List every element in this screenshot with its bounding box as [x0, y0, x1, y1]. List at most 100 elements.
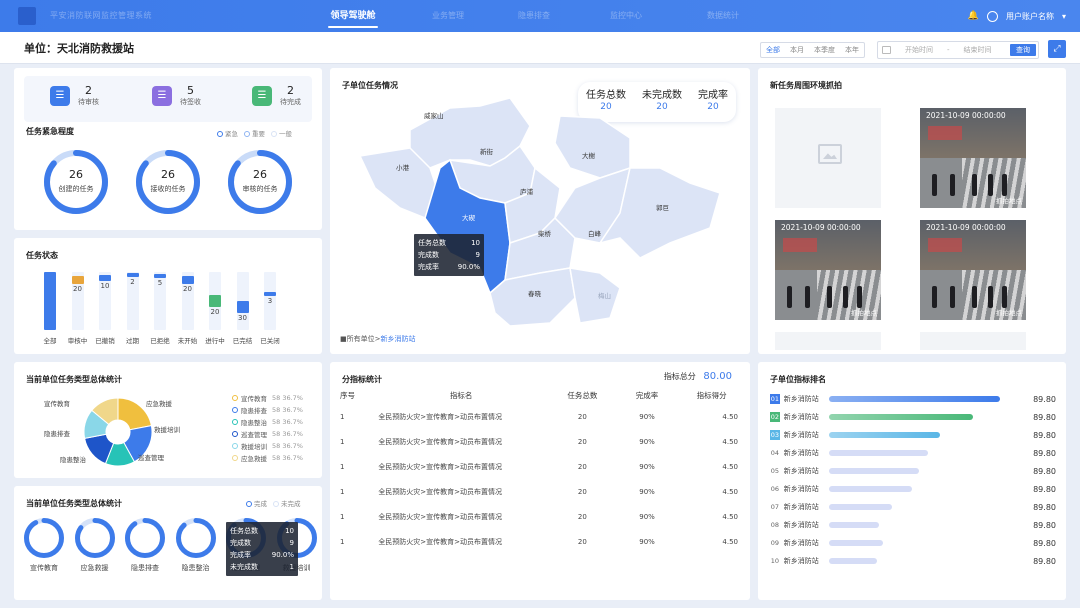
- region-label: 郭巨: [656, 204, 669, 212]
- bar[interactable]: [99, 275, 111, 281]
- rank-number: 10: [770, 557, 779, 565]
- table-header[interactable]: 序号: [340, 386, 372, 404]
- bell-icon[interactable]: 🔔: [968, 11, 979, 21]
- ranking-item[interactable]: 09 新乡消防站 89.80: [770, 535, 1056, 551]
- urgency-ring[interactable]: 26 创建的任务: [44, 150, 108, 214]
- nav-item-3[interactable]: 监控中心: [598, 0, 654, 32]
- period-option-2[interactable]: 本季度: [809, 43, 840, 57]
- photo-person: [988, 286, 993, 308]
- table-row[interactable]: 1 全民预防火灾>宣传教育>动员布置情况 20 90% 4.50: [340, 504, 744, 529]
- start-date-input[interactable]: 开始时间: [899, 45, 939, 55]
- region-meishan[interactable]: [569, 267, 621, 324]
- region-label: 新街: [480, 148, 493, 156]
- page-title: 单位：天北消防救援站: [24, 42, 134, 55]
- chevron-down-icon[interactable]: ▾: [1062, 12, 1066, 21]
- rank-number: 04: [770, 449, 779, 457]
- breadcrumb-root[interactable]: ■所有单位>: [340, 335, 380, 343]
- type-ring[interactable]: 应急救援: [74, 518, 115, 572]
- snapshot-photo[interactable]: 2021-10-09 00:00:00 抓拍地点: [920, 220, 1026, 320]
- bar[interactable]: [264, 292, 276, 296]
- ranking-item[interactable]: 04 新乡消防站 89.80: [770, 445, 1056, 461]
- ranking-item[interactable]: 05 新乡消防站 89.80: [770, 463, 1056, 479]
- photo-placeholder[interactable]: [775, 108, 881, 208]
- summary-stats: ☰ 2 待审核 ☰ 5 待签收 ☰ 2 待完成: [24, 76, 312, 122]
- period-option-3[interactable]: 本年: [840, 43, 864, 57]
- tooltip-value: 10: [285, 527, 294, 535]
- period-option-0[interactable]: 全部: [761, 43, 785, 57]
- bar[interactable]: [181, 276, 194, 284]
- photo-person: [1002, 286, 1007, 308]
- bar[interactable]: [71, 276, 84, 284]
- legend-dot-icon: [232, 455, 238, 461]
- pie-label: 隐患整治: [60, 456, 86, 464]
- table-row[interactable]: 1 全民预防火灾>宣传教育>动员布置情况 20 90% 4.50: [340, 454, 744, 479]
- username[interactable]: 用户账户名称: [1006, 11, 1054, 22]
- ranking-item[interactable]: 01 新乡消防站 89.80: [770, 391, 1056, 407]
- summary-stat[interactable]: ☰ 2 待审核: [50, 84, 99, 107]
- type-ring[interactable]: 隐患整治: [175, 518, 216, 572]
- summary-stat[interactable]: ☰ 5 待签收: [152, 84, 201, 107]
- legend-value: 58 36.7%: [272, 394, 303, 402]
- ring-gauge: [125, 518, 165, 558]
- user-avatar-icon[interactable]: [986, 10, 998, 22]
- bar-value: 10: [100, 282, 110, 290]
- date-range-picker[interactable]: 开始时间 - 结束时间 查询: [877, 41, 1039, 59]
- urgency-ring[interactable]: 26 接收的任务: [136, 150, 200, 214]
- summary-stat[interactable]: ☰ 2 待完成: [252, 84, 301, 107]
- table-row[interactable]: 1 全民预防火灾>宣传教育>动员布置情况 20 90% 4.50: [340, 429, 744, 454]
- nav-item-2[interactable]: 隐患排查: [506, 0, 562, 32]
- ranking-item[interactable]: 06 新乡消防站 89.80: [770, 481, 1056, 497]
- bar-category: 审核中: [67, 337, 88, 345]
- bar[interactable]: [236, 301, 249, 313]
- ranking-item[interactable]: 02 新乡消防站 89.80: [770, 409, 1056, 425]
- type-ring[interactable]: 宣传教育: [24, 518, 64, 572]
- region-label: 威家山: [424, 112, 444, 120]
- ranking-item[interactable]: 08 新乡消防站 89.80: [770, 517, 1056, 533]
- query-button[interactable]: 查询: [1010, 44, 1036, 56]
- photo-person: [843, 286, 848, 308]
- table-cell: 4.50: [722, 412, 738, 421]
- rank-score: 89.80: [1033, 556, 1056, 566]
- task-status-panel: 任务状态 全部 20 审核中 10 已撤销 2 过期 5 已拒绝 20 未开始 20 进行中 30 已完结 3…: [14, 238, 322, 354]
- legend-dot-icon: [217, 131, 223, 137]
- type-ring[interactable]: 隐患排查: [125, 518, 165, 572]
- bar[interactable]: [154, 274, 166, 278]
- table-cell: 全民预防火灾>宣传教育>动员布置情况: [378, 437, 503, 446]
- bar[interactable]: [44, 272, 56, 330]
- fullscreen-icon[interactable]: ⤢: [1048, 40, 1066, 58]
- urgency-ring[interactable]: 26 审核的任务: [228, 150, 292, 214]
- table-header[interactable]: 任务总数: [550, 386, 615, 404]
- urgency-legend: 紧急 重要 一般: [217, 128, 292, 138]
- ranking-item[interactable]: 10 新乡消防站 89.80: [770, 553, 1056, 569]
- bar[interactable]: [126, 273, 139, 277]
- nav-item-1[interactable]: 业务管理: [418, 0, 478, 32]
- tooltip-row: 完成数 9: [230, 537, 294, 549]
- table-header[interactable]: 指标名: [372, 386, 550, 404]
- nav-item-0[interactable]: 领导驾驶舱: [318, 0, 388, 32]
- table-row[interactable]: 1 全民预防火灾>宣传教育>动员布置情况 20 90% 4.50: [340, 479, 744, 504]
- nav-item-4[interactable]: 数据统计: [690, 0, 756, 32]
- rank-bar-track: [828, 468, 1010, 474]
- ranking-item[interactable]: 03 新乡消防站 89.80: [770, 427, 1056, 443]
- end-date-input[interactable]: 结束时间: [958, 45, 998, 55]
- table-cell: 全民预防火灾>宣传教育>动员布置情况: [378, 487, 503, 496]
- rank-score: 89.80: [1033, 448, 1056, 458]
- region-daxie[interactable]: [554, 115, 631, 179]
- bar-value: 20: [73, 285, 82, 293]
- bar[interactable]: [209, 295, 221, 307]
- ranking-item[interactable]: 07 新乡消防站 89.80: [770, 499, 1056, 515]
- table-header[interactable]: 指标得分: [679, 386, 744, 404]
- table-row[interactable]: 1 全民预防火灾>宣传教育>动员布置情况 20 90% 4.50: [340, 529, 744, 554]
- rank-number: 08: [770, 521, 779, 529]
- rank-score: 89.80: [1033, 538, 1056, 548]
- table-header[interactable]: 完成率: [615, 386, 680, 404]
- tooltip-key: 完成率: [230, 551, 251, 559]
- snapshot-photo[interactable]: 2021-10-09 00:00:00 抓拍地点: [920, 108, 1026, 208]
- table-cell: 1: [340, 412, 345, 421]
- table-row[interactable]: 1 全民预防火灾>宣传教育>动员布置情况 20 90% 4.50: [340, 404, 744, 429]
- snapshot-photo[interactable]: 2021-10-09 00:00:00 抓拍地点: [775, 220, 881, 320]
- period-option-1[interactable]: 本月: [785, 43, 809, 57]
- rank-bar: [828, 468, 919, 474]
- breadcrumb-current[interactable]: 新乡消防站: [380, 335, 415, 343]
- region-label: 庐浦: [520, 188, 533, 196]
